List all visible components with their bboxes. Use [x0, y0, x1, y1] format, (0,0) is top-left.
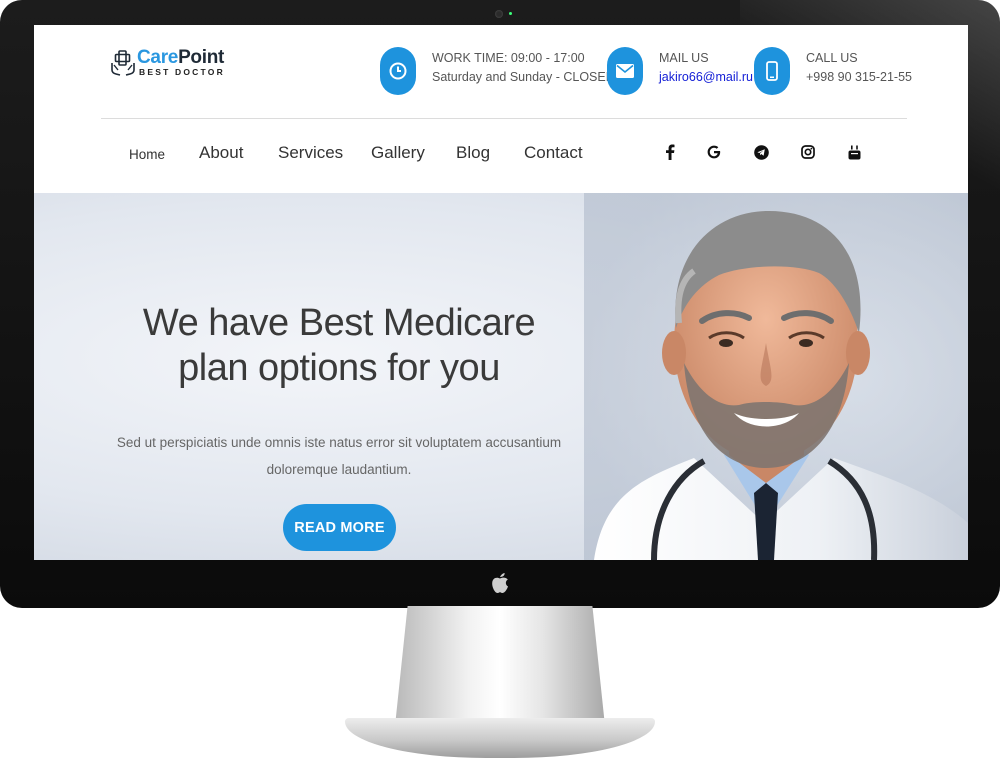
clock-icon [380, 47, 416, 95]
webcam [495, 10, 503, 18]
website-screen: CarePoint BEST DOCTOR WORK TIME: 09:00 -… [34, 25, 968, 560]
apple-logo-icon [487, 570, 513, 596]
mail-icon [607, 47, 643, 95]
doctor-portrait [584, 193, 968, 560]
hero-title: We have Best Medicare plan options for y… [104, 301, 574, 391]
monitor-stand-neck [395, 606, 605, 726]
hero-subtitle: Sed ut perspiciatis unde omnis iste natu… [94, 429, 584, 483]
nav-item-gallery[interactable]: Gallery [371, 143, 425, 163]
read-more-button[interactable]: READ MORE [283, 504, 396, 551]
nav-item-home[interactable]: Home [129, 147, 165, 162]
instagram-icon[interactable] [799, 143, 817, 161]
call-title: CALL US [806, 51, 858, 65]
monitor-stand-base [345, 718, 655, 758]
brand-name-part1: Care [137, 47, 179, 68]
youtube-icon[interactable] [845, 143, 863, 161]
work-time-value: Saturday and Sunday - CLOSED [432, 70, 615, 84]
phone-icon [754, 47, 790, 95]
work-time-title: WORK TIME: 09:00 - 17:00 [432, 51, 585, 65]
nav-item-about[interactable]: About [199, 143, 243, 163]
hero-subtitle-line1: Sed ut perspiciatis unde omnis iste natu… [116, 435, 562, 450]
nav-item-contact[interactable]: Contact [524, 143, 583, 163]
webcam-led [509, 12, 512, 15]
nav-item-blog[interactable]: Blog [456, 143, 490, 163]
google-icon[interactable] [705, 143, 723, 161]
main-nav: Home About Services Gallery Blog Contact [34, 143, 968, 167]
call-number[interactable]: +998 90 315-21-55 [806, 70, 912, 84]
brand-name-part2: Point [178, 47, 225, 68]
brand-name: CarePoint [137, 47, 224, 69]
hero-title-line1: We have Best Medicare [142, 302, 536, 344]
header-divider [101, 118, 907, 119]
mail-title: MAIL US [659, 51, 709, 65]
nav-item-services[interactable]: Services [278, 143, 343, 163]
telegram-icon[interactable] [752, 143, 770, 161]
hands-cross-icon [111, 50, 135, 76]
mail-link[interactable]: jakiro66@mail.ru [659, 70, 753, 84]
brand-tagline: BEST DOCTOR [139, 67, 225, 77]
hero-section: We have Best Medicare plan options for y… [34, 193, 968, 560]
facebook-icon[interactable] [661, 143, 679, 161]
hero-title-line2: plan options for you [178, 347, 500, 389]
hero-subtitle-line2: doloremque laudantium. [266, 462, 412, 477]
